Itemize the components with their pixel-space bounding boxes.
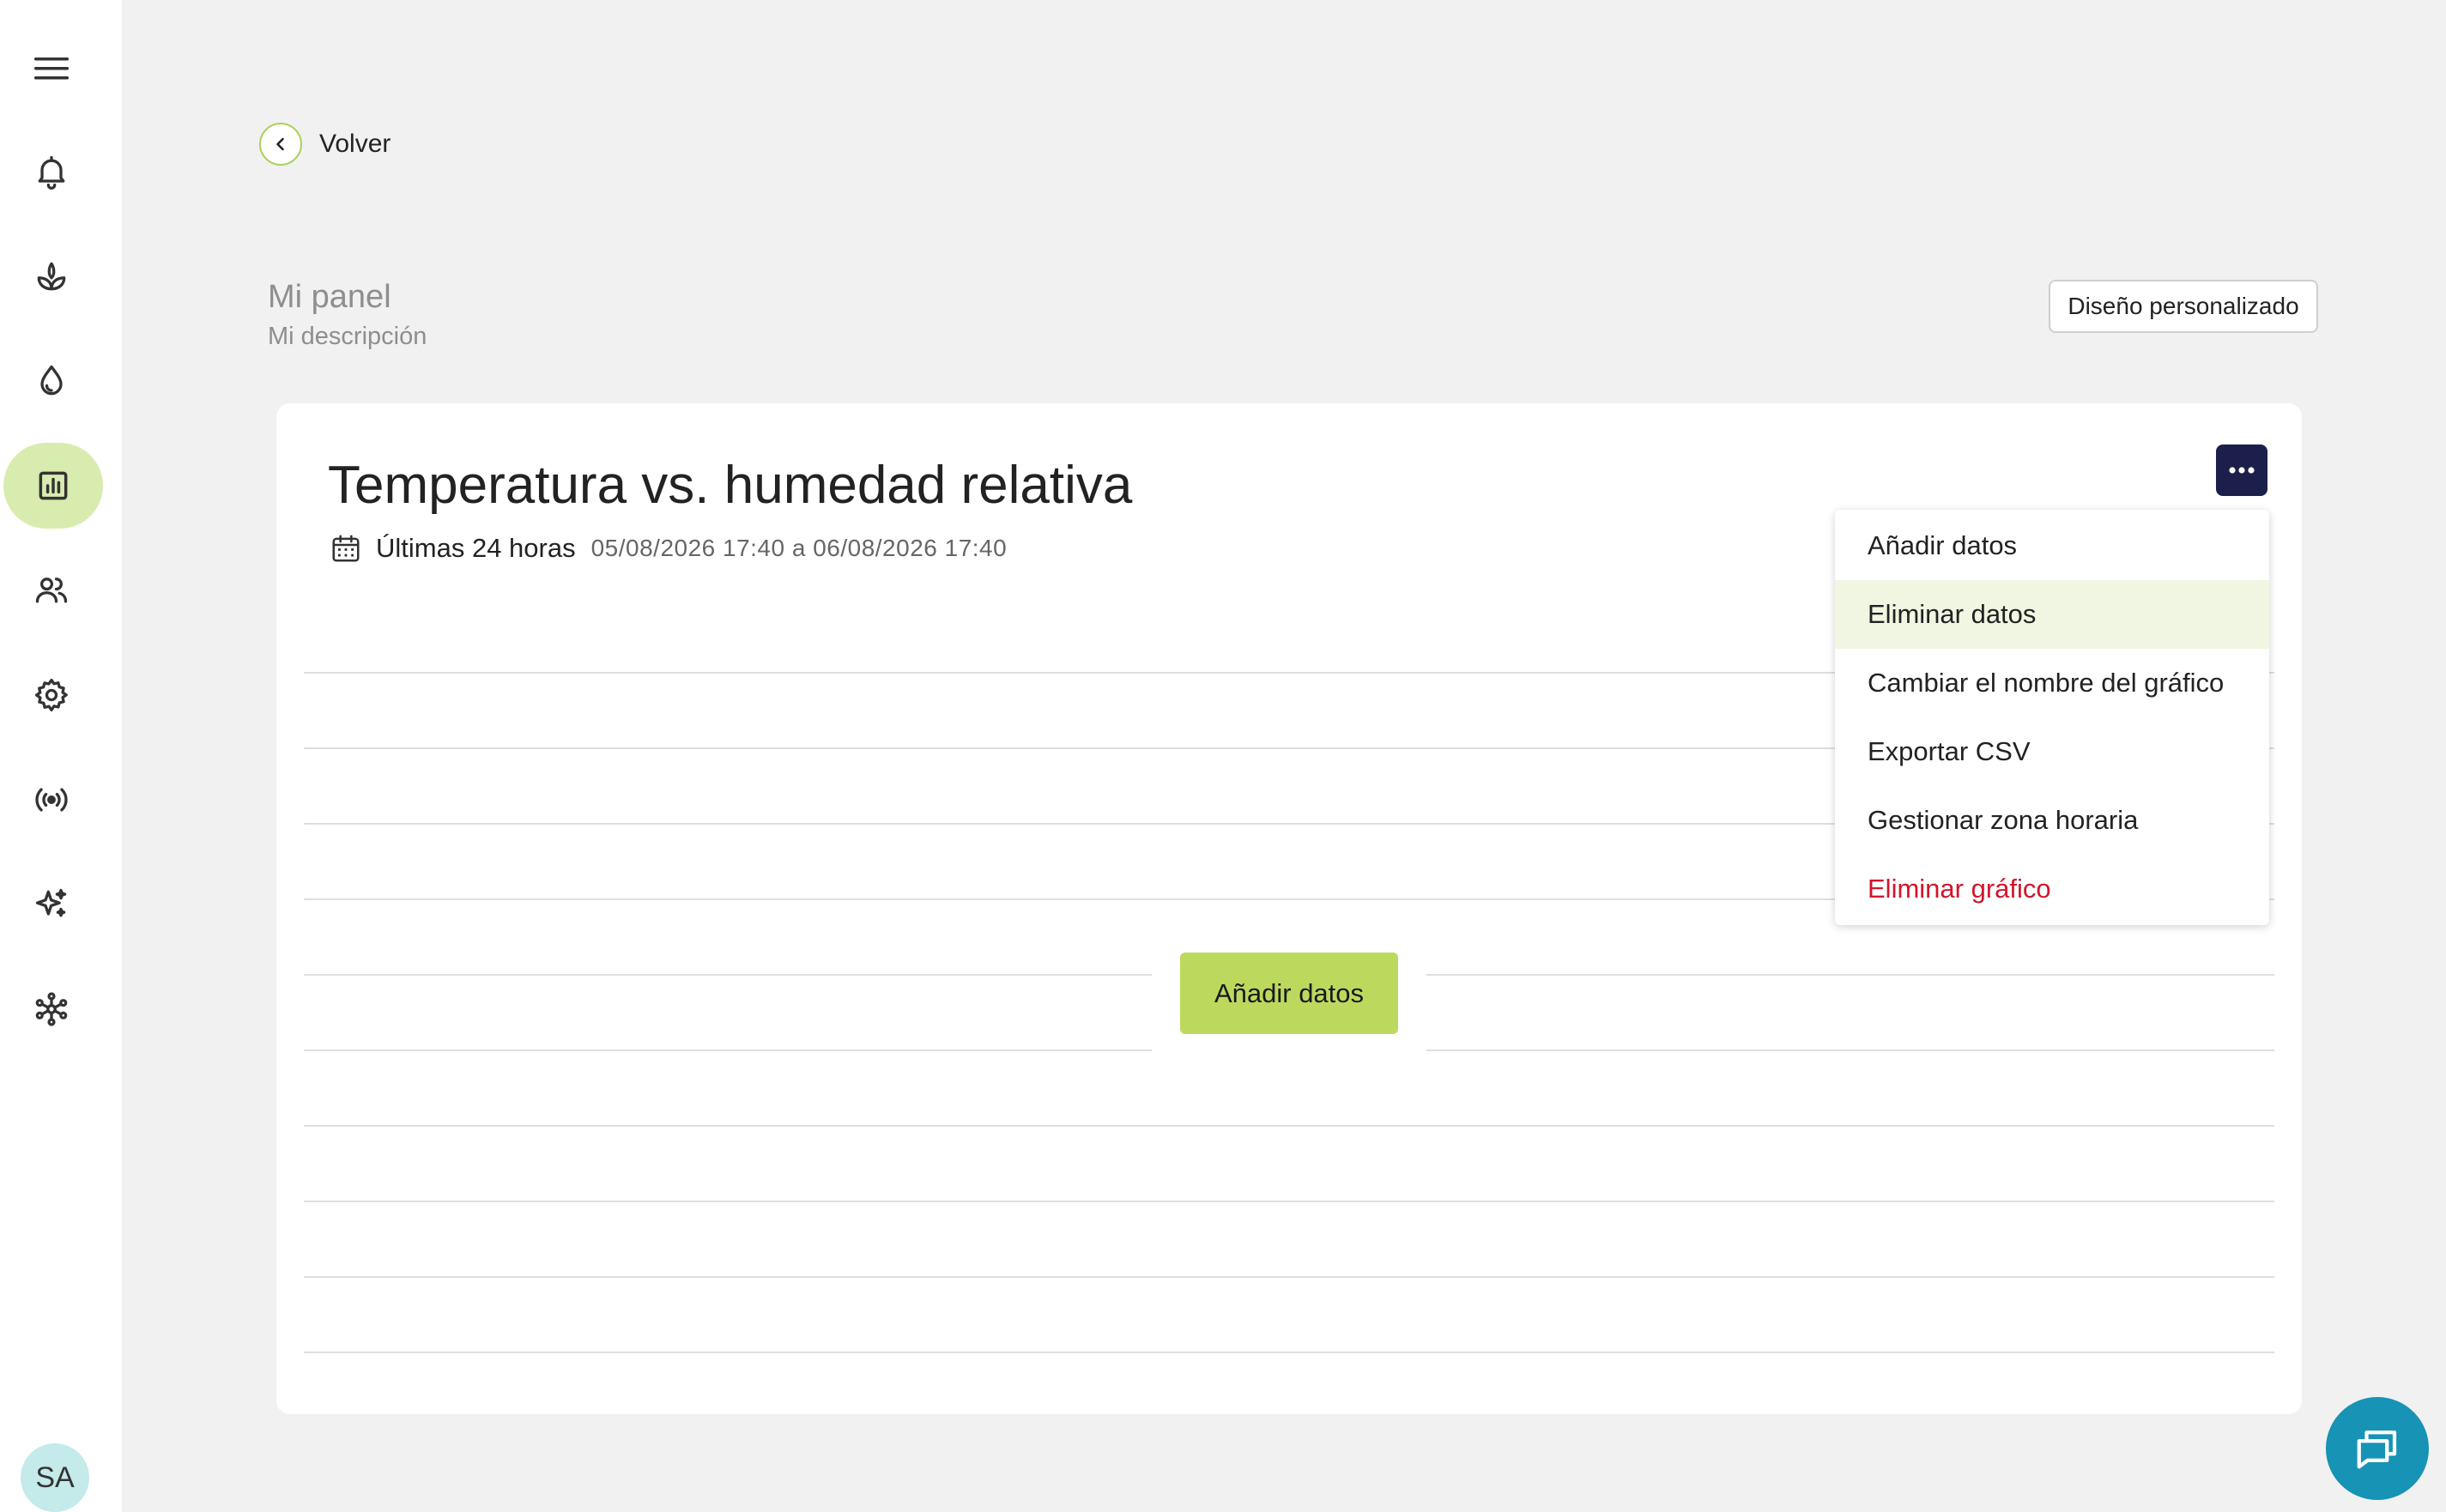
sparkles-icon	[35, 888, 67, 917]
calendar-icon	[332, 535, 360, 562]
gridline	[304, 1201, 2274, 1202]
sidebar: SA	[0, 0, 122, 1512]
custom-layout-button[interactable]: Diseño personalizado	[2049, 280, 2318, 333]
more-options-button[interactable]	[2216, 445, 2267, 496]
menu-item-add-data[interactable]: Añadir datos	[1835, 511, 2269, 580]
menu-item-manage-timezone[interactable]: Gestionar zona horaria	[1835, 786, 2269, 855]
gridline	[304, 1352, 2274, 1353]
bell-icon	[38, 155, 65, 190]
gear-icon	[34, 678, 68, 712]
gridline	[1426, 1049, 2274, 1051]
sidebar-item-settings[interactable]	[0, 652, 103, 738]
menu-item-export-csv[interactable]: Exportar CSV	[1835, 717, 2269, 786]
range-label: Últimas 24 horas	[376, 533, 576, 563]
chart-options-menu: Añadir datos Eliminar datos Cambiar el n…	[1835, 510, 2269, 925]
add-data-button[interactable]: Añadir datos	[1180, 953, 1398, 1034]
plant-icon	[37, 262, 66, 291]
water-drop-icon	[40, 365, 63, 396]
sidebar-item-devices[interactable]	[0, 757, 103, 843]
network-icon	[35, 992, 68, 1026]
sidebar-item-alerts[interactable]	[0, 129, 103, 215]
chat-icon	[2357, 1430, 2397, 1469]
date-range[interactable]: Últimas 24 horas 05/08/2026 17:40 a 06/0…	[330, 532, 1007, 565]
back-label: Volver	[319, 130, 391, 158]
chevron-left-icon	[276, 137, 284, 151]
chart-card: Temperatura vs. humedad relativa Últimas…	[276, 403, 2302, 1414]
gridline	[304, 1049, 1152, 1051]
users-icon	[35, 578, 68, 603]
chart-icon	[39, 471, 68, 500]
chart-title: Temperatura vs. humedad relativa	[328, 456, 1133, 515]
menu-toggle-button[interactable]	[26, 48, 77, 89]
chat-button[interactable]	[2326, 1397, 2429, 1500]
sidebar-item-dashboards[interactable]	[3, 443, 103, 529]
gridline	[1426, 974, 2274, 976]
avatar-initials: SA	[35, 1461, 75, 1494]
hamburger-icon	[34, 57, 69, 80]
menu-item-delete-data[interactable]: Eliminar datos	[1835, 580, 2269, 649]
range-dates: 05/08/2026 17:40 a 06/08/2026 17:40	[590, 535, 1008, 561]
sidebar-item-users[interactable]	[0, 547, 103, 633]
sidebar-item-ai[interactable]	[0, 862, 103, 947]
user-avatar[interactable]: SA	[21, 1443, 89, 1512]
menu-item-delete-chart[interactable]: Eliminar gráfico	[1835, 855, 2269, 923]
menu-item-rename-chart[interactable]: Cambiar el nombre del gráfico	[1835, 649, 2269, 717]
gridline	[304, 1276, 2274, 1278]
sidebar-item-irrigation[interactable]	[0, 338, 103, 424]
broadcast-icon	[35, 788, 68, 812]
back-link[interactable]: Volver	[259, 123, 391, 166]
sidebar-item-integrations[interactable]	[0, 966, 103, 1052]
sidebar-item-crops[interactable]	[0, 233, 103, 319]
page-description: Mi descripción	[268, 323, 427, 350]
gridline	[304, 1125, 2274, 1127]
page-title: Mi panel	[268, 279, 391, 315]
back-button[interactable]	[259, 123, 302, 166]
gridline	[304, 974, 1152, 976]
more-horizontal-icon	[2229, 467, 2255, 474]
